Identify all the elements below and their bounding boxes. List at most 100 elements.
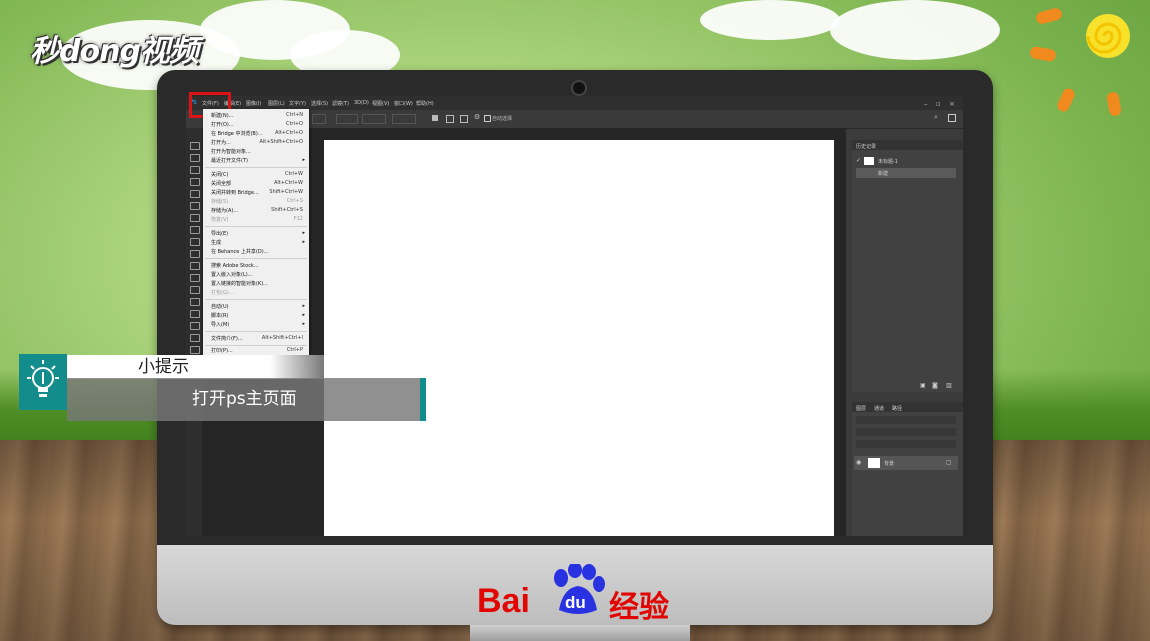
- tip-icon-box: [19, 354, 67, 410]
- menu-item-shortcut: Ctrl+O: [285, 121, 303, 127]
- menu-item-package[interactable]: 打包(G)...: [211, 289, 307, 297]
- gear-icon[interactable]: ⚙: [474, 113, 480, 121]
- menu-item-new[interactable]: 新建(N)... Ctrl+N: [211, 112, 307, 120]
- pen-tool-icon[interactable]: [190, 310, 200, 318]
- tab-layers[interactable]: 图层: [856, 405, 866, 412]
- baidu-jingyan-text: 经验: [609, 590, 669, 625]
- menu-item-save-as[interactable]: 存储为(A)... Shift+Ctrl+S: [211, 207, 307, 215]
- menu-item-import[interactable]: 导入(M) ▸: [211, 321, 307, 329]
- menu-item-revert[interactable]: 恢复(V) F12: [211, 216, 307, 224]
- menu-3d[interactable]: 3D(D): [354, 100, 369, 106]
- align-icon[interactable]: [432, 115, 438, 121]
- close-icon[interactable]: ×: [949, 100, 955, 108]
- tab-channels[interactable]: 通道: [874, 405, 884, 412]
- menu-item-recent-files[interactable]: 最近打开文件(T) ▸: [211, 157, 307, 165]
- menu-type[interactable]: 文字(Y): [289, 100, 306, 107]
- document-canvas[interactable]: [324, 140, 834, 536]
- camera-snapshot-icon[interactable]: ◙: [932, 382, 938, 389]
- brush-tool-icon[interactable]: [190, 226, 200, 234]
- lasso-tool-icon[interactable]: [190, 166, 200, 174]
- dodge-tool-icon[interactable]: [190, 298, 200, 306]
- workspace-icon[interactable]: [948, 114, 956, 122]
- eyedropper-tool-icon[interactable]: [190, 202, 200, 210]
- tab-paths[interactable]: 路径: [892, 405, 902, 412]
- tab-history[interactable]: 历史记录: [856, 143, 876, 150]
- eye-icon[interactable]: ◉: [856, 459, 861, 466]
- menu-item-label: 关闭(C): [211, 172, 229, 178]
- menu-item-shortcut: Alt+Shift+Ctrl+O: [259, 139, 303, 145]
- layer-filter-row[interactable]: [856, 416, 956, 424]
- menu-separator: [205, 226, 307, 227]
- menu-item-place-embedded[interactable]: 置入嵌入对象(L)...: [211, 271, 307, 279]
- healing-tool-icon[interactable]: [190, 214, 200, 222]
- minimize-icon[interactable]: –: [924, 100, 928, 108]
- lock-row[interactable]: [856, 440, 956, 448]
- file-menu-dropdown: 新建(N)... Ctrl+N 打开(O)... Ctrl+O 在 Bridge 中…: [203, 109, 309, 355]
- layer-row[interactable]: ◉ 背景 ▢: [854, 456, 958, 470]
- menu-item-search-stock[interactable]: 搜索 Adobe Stock...: [211, 262, 307, 270]
- menu-item-open-smart-object[interactable]: 打开为智能对象...: [211, 148, 307, 156]
- menu-item-close[interactable]: 关闭(C) Ctrl+W: [211, 171, 307, 179]
- move-tool-icon[interactable]: [190, 142, 200, 150]
- menu-item-close-to-bridge[interactable]: 关闭并转到 Bridge... Shift+Ctrl+W: [211, 189, 307, 197]
- layer-thumbnail: [868, 458, 880, 468]
- align-icon[interactable]: [446, 115, 454, 123]
- restore-icon[interactable]: ▫: [936, 100, 941, 108]
- menu-item-label: 导入(M): [211, 322, 230, 328]
- trash-icon[interactable]: ▥: [946, 382, 952, 389]
- crop-tool-icon[interactable]: [190, 190, 200, 198]
- stamp-tool-icon[interactable]: [190, 238, 200, 246]
- menu-filter[interactable]: 滤镜(T): [332, 100, 349, 107]
- quick-select-tool-icon[interactable]: [190, 178, 200, 186]
- menu-select[interactable]: 选择(S): [311, 100, 328, 107]
- menu-item-file-info[interactable]: 文件简介(F)... Alt+Shift+Ctrl+I: [211, 335, 307, 343]
- history-brush-tool-icon[interactable]: [190, 250, 200, 258]
- gradient-tool-icon[interactable]: [190, 274, 200, 282]
- menu-item-shortcut: Ctrl+W: [284, 171, 303, 177]
- blend-mode-row[interactable]: [856, 428, 956, 436]
- eraser-tool-icon[interactable]: [190, 262, 200, 270]
- menu-item-scripts[interactable]: 脚本(R) ▸: [211, 312, 307, 320]
- menu-item-label: 最近打开文件(T): [211, 158, 248, 164]
- new-snapshot-icon[interactable]: ▣: [920, 382, 926, 389]
- search-icon[interactable]: ⌕: [934, 113, 938, 122]
- menu-item-open-as[interactable]: 打开为... Alt+Shift+Ctrl+O: [211, 139, 307, 147]
- menu-item-automate[interactable]: 自动(U) ▸: [211, 303, 307, 311]
- menu-separator: [205, 345, 307, 346]
- menu-window[interactable]: 窗口(W): [394, 100, 413, 107]
- history-snapshot[interactable]: ✓ 未标题-1: [856, 156, 956, 166]
- menu-item-shortcut: Ctrl+N: [286, 112, 303, 118]
- menu-item-generate[interactable]: 生成 ▸: [211, 239, 307, 247]
- menu-item-save[interactable]: 存储(S) Ctrl+S: [211, 198, 307, 206]
- menu-item-open[interactable]: 打开(O)... Ctrl+O: [211, 121, 307, 129]
- menu-item-browse-bridge[interactable]: 在 Bridge 中浏览(B)... Alt+Ctrl+O: [211, 130, 307, 138]
- menu-view[interactable]: 视图(V): [372, 100, 389, 107]
- layers-panel: 图层 通道 路径 ◉ 背景 ▢: [852, 402, 963, 536]
- options-field[interactable]: [336, 114, 358, 124]
- blur-tool-icon[interactable]: [190, 286, 200, 294]
- baidu-jingyan-logo: Bai du 经验: [477, 560, 687, 625]
- submenu-arrow-icon: ▸: [302, 312, 305, 318]
- menu-item-place-linked[interactable]: 置入链接的智能对象(K)...: [211, 280, 307, 288]
- menu-item-print[interactable]: 打印(P)... Ctrl+P: [211, 347, 307, 355]
- options-field[interactable]: [392, 114, 416, 124]
- menu-item-label: 在 Behance 上共享(D)...: [211, 249, 269, 255]
- menu-item-close-all[interactable]: 关闭全部 Alt+Ctrl+W: [211, 180, 307, 188]
- menu-item-export[interactable]: 导出(E) ▸: [211, 230, 307, 238]
- options-field[interactable]: [362, 114, 386, 124]
- shape-tool-icon[interactable]: [190, 346, 200, 354]
- auto-select-checkbox[interactable]: [484, 115, 491, 122]
- menu-help[interactable]: 帮助(H): [416, 100, 434, 107]
- menu-item-share-behance[interactable]: 在 Behance 上共享(D)...: [211, 248, 307, 256]
- marquee-tool-icon[interactable]: [190, 154, 200, 162]
- type-tool-icon[interactable]: [190, 322, 200, 330]
- menu-item-label: 打开(O)...: [211, 122, 234, 128]
- history-state[interactable]: 新建: [856, 168, 956, 178]
- menu-image[interactable]: 图像(I): [246, 100, 261, 107]
- menu-layer[interactable]: 图层(L): [268, 100, 285, 107]
- menu-item-label: 恢复(V): [211, 217, 229, 223]
- menu-item-label: 打开为智能对象...: [211, 149, 251, 155]
- align-icon[interactable]: [460, 115, 468, 123]
- path-select-tool-icon[interactable]: [190, 334, 200, 342]
- options-dropdown[interactable]: [312, 114, 326, 124]
